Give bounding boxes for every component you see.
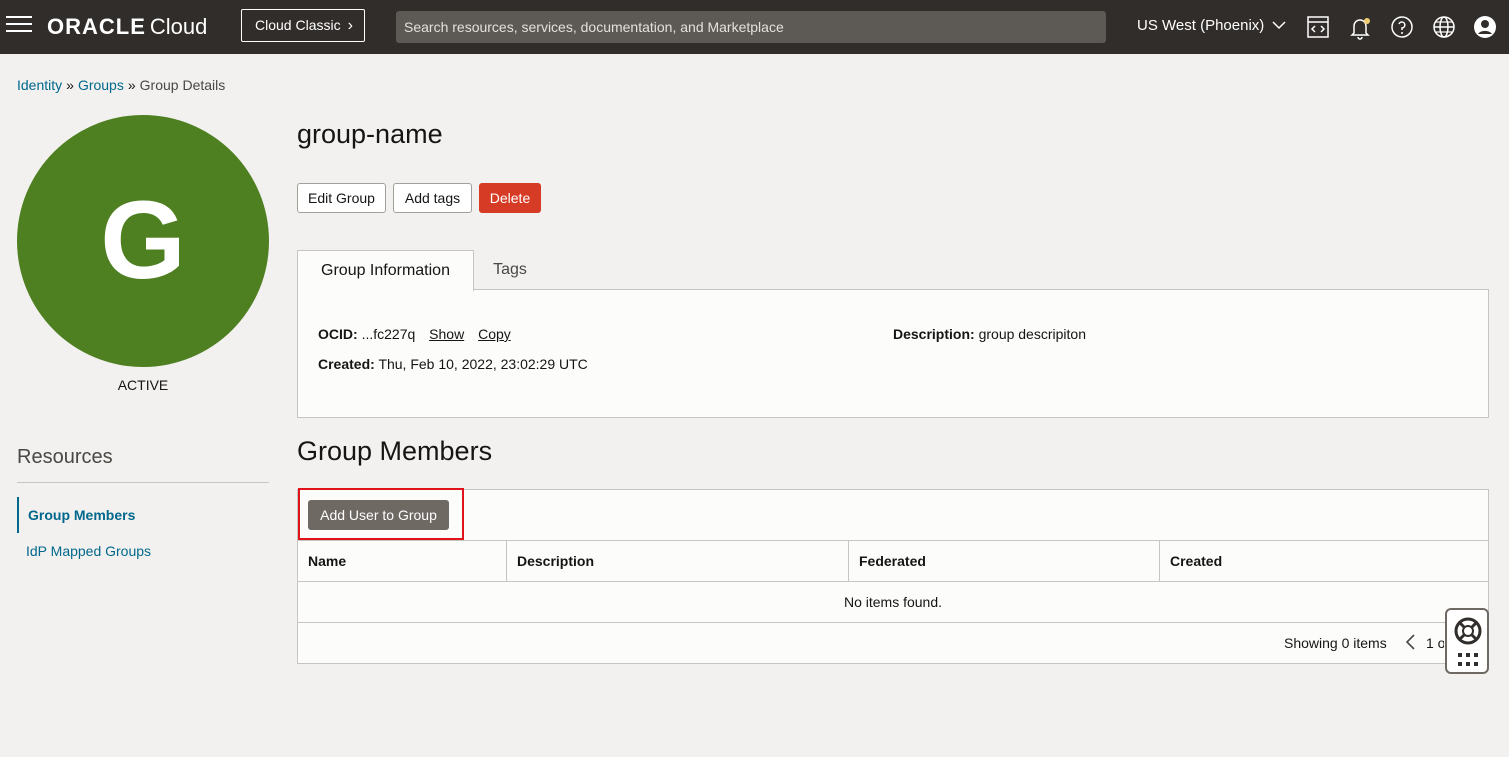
- group-information-panel: OCID: ...fc227q Show Copy Created: Thu, …: [297, 289, 1489, 418]
- empty-table-message: No items found.: [298, 582, 1488, 623]
- help-icon[interactable]: [1388, 13, 1416, 41]
- notifications-icon[interactable]: [1346, 13, 1374, 41]
- brand-cloud-text: Cloud: [149, 14, 208, 39]
- search-input[interactable]: [396, 11, 1106, 43]
- group-avatar: G: [17, 115, 269, 367]
- ocid-row: OCID: ...fc227q Show Copy: [318, 326, 511, 342]
- profile-icon[interactable]: [1471, 13, 1499, 41]
- created-label: Created:: [318, 356, 375, 372]
- help-widget[interactable]: [1445, 608, 1489, 674]
- add-user-to-group-button[interactable]: Add User to Group: [308, 500, 449, 530]
- top-navigation-bar: ORACLECloud Cloud Classic › US West (Pho…: [0, 0, 1509, 54]
- ocid-label: OCID:: [318, 326, 358, 342]
- page-title: group-name: [297, 119, 443, 149]
- breadcrumb-current: Group Details: [139, 77, 226, 93]
- apps-grid-icon: [1458, 653, 1478, 666]
- cloud-classic-button[interactable]: Cloud Classic ›: [241, 9, 365, 42]
- breadcrumb-separator: »: [127, 77, 136, 93]
- description-value: group descripiton: [978, 326, 1086, 342]
- add-tags-button[interactable]: Add tags: [393, 183, 472, 213]
- tab-group-information[interactable]: Group Information: [297, 250, 474, 291]
- region-label: US West (Phoenix): [1137, 17, 1265, 34]
- status-label: ACTIVE: [117, 377, 169, 393]
- tab-tags[interactable]: Tags: [476, 250, 544, 291]
- edit-group-button[interactable]: Edit Group: [297, 183, 386, 213]
- breadcrumb-identity-link[interactable]: Identity: [17, 77, 62, 93]
- delete-button[interactable]: Delete: [479, 183, 541, 213]
- sidebar-item-idp-mapped-groups[interactable]: IdP Mapped Groups: [17, 533, 269, 569]
- ocid-show-link[interactable]: Show: [429, 326, 464, 342]
- resources-divider: [17, 482, 269, 483]
- language-icon[interactable]: [1430, 13, 1458, 41]
- column-header-name[interactable]: Name: [298, 541, 507, 581]
- showing-items-count: Showing 0 items: [1284, 635, 1387, 651]
- brand-oracle-text: ORACLE: [47, 14, 146, 39]
- cloud-classic-label: Cloud Classic: [255, 17, 341, 33]
- sidebar-item-group-members[interactable]: Group Members: [17, 497, 269, 533]
- code-editor-icon[interactable]: [1304, 13, 1332, 41]
- breadcrumb-groups-link[interactable]: Groups: [78, 77, 124, 93]
- menu-icon[interactable]: [6, 16, 32, 38]
- description-row: Description: group descripiton: [893, 326, 1086, 342]
- ocid-value: ...fc227q: [361, 326, 416, 342]
- created-row: Created: Thu, Feb 10, 2022, 23:02:29 UTC: [318, 356, 588, 372]
- ocid-copy-link[interactable]: Copy: [478, 326, 511, 342]
- resources-heading: Resources: [17, 446, 113, 468]
- lifebuoy-icon: [1454, 617, 1482, 645]
- column-header-description[interactable]: Description: [507, 541, 849, 581]
- oracle-cloud-logo[interactable]: ORACLE Cloud: [47, 14, 207, 40]
- page-indicator: 1 of 1: [1426, 635, 1444, 651]
- region-selector[interactable]: US West (Phoenix): [1137, 17, 1286, 34]
- chevron-left-icon[interactable]: [1404, 633, 1416, 651]
- column-header-federated[interactable]: Federated: [849, 541, 1160, 581]
- breadcrumb: Identity» Groups» Group Details: [17, 77, 225, 93]
- chevron-down-icon: [1272, 21, 1286, 30]
- group-members-title: Group Members: [297, 436, 493, 466]
- chevron-right-icon: ›: [347, 17, 353, 34]
- description-label: Description:: [893, 326, 975, 342]
- column-header-created[interactable]: Created: [1160, 541, 1488, 581]
- breadcrumb-separator: »: [66, 77, 74, 93]
- created-value: Thu, Feb 10, 2022, 23:02:29 UTC: [378, 356, 588, 372]
- members-table-header: Name Description Federated Created: [298, 540, 1488, 582]
